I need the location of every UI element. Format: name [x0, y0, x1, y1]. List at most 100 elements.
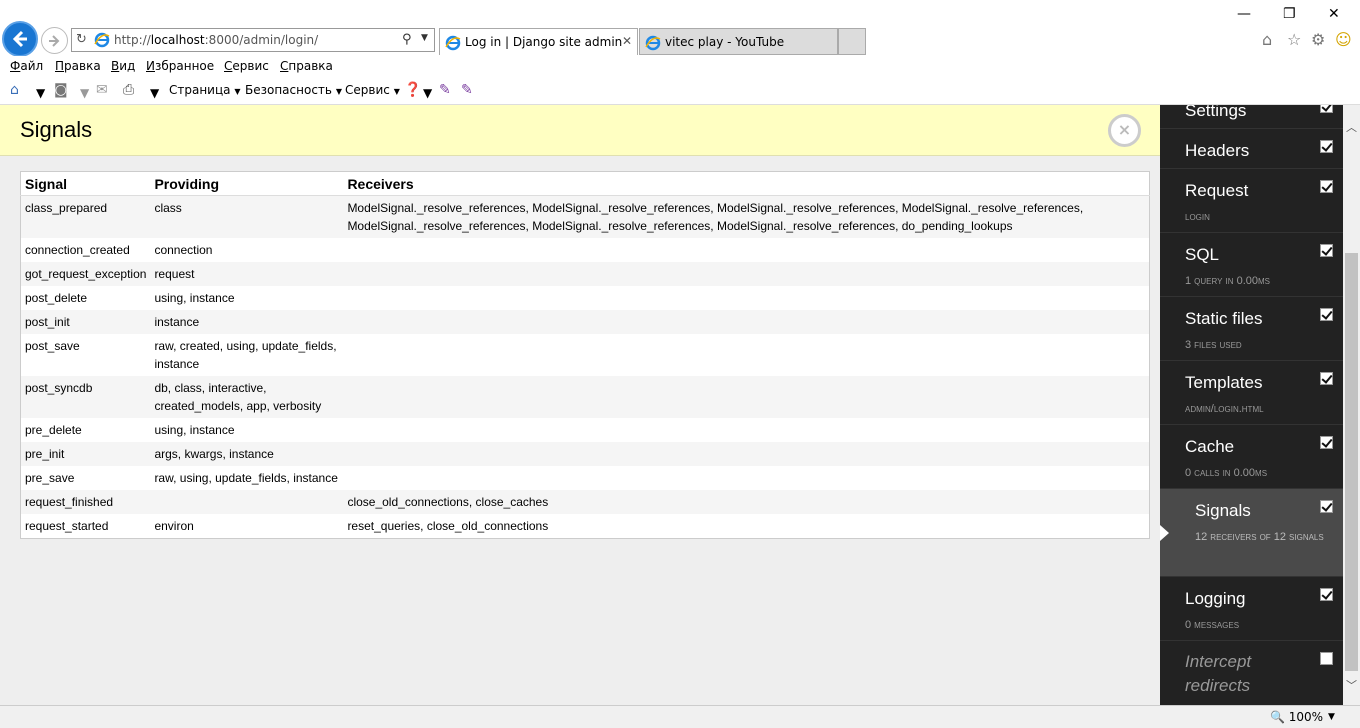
signal-cell: request_started — [20, 514, 151, 539]
zoom-dropdown-icon[interactable]: ▼ — [1328, 712, 1335, 722]
tab-youtube[interactable]: vitec play - YouTube — [639, 28, 838, 55]
toolbar-item-cache[interactable]: Cache 0 CALLS IN 0.00MS — [1160, 425, 1343, 489]
toolbar-checkbox[interactable] — [1320, 652, 1333, 665]
vertical-scrollbar[interactable]: ︿ ﹀ — [1343, 105, 1360, 705]
signals-table: Signal Providing Receivers class_prepare… — [20, 171, 1150, 539]
toolbar-item-request[interactable]: Request LOGIN — [1160, 169, 1343, 233]
scroll-down-icon[interactable]: ﹀ — [1346, 677, 1357, 693]
forward-button[interactable] — [41, 27, 68, 54]
signal-cell: pre_init — [20, 442, 151, 466]
toolbar-checkbox[interactable] — [1320, 588, 1333, 601]
menu-tools[interactable]: Сервис — [224, 59, 269, 73]
favorites-star-icon[interactable]: ☆ — [1287, 30, 1301, 49]
tools-menu-button[interactable]: Сервис ▼ — [345, 83, 400, 97]
toolbar-checkbox[interactable] — [1320, 105, 1333, 113]
scroll-up-icon[interactable]: ︿ — [1346, 119, 1357, 135]
toolbar-item-label: Settings — [1185, 105, 1247, 120]
table-row: request_finished close_old_connections, c… — [20, 490, 1150, 514]
menu-view[interactable]: Вид — [111, 59, 135, 73]
providing-cell: raw, using, update_fields, instance — [150, 466, 344, 490]
menu-file[interactable]: Файл — [10, 59, 43, 73]
print-icon[interactable]: ⎙ — [123, 82, 134, 98]
toolbar-checkbox[interactable] — [1320, 180, 1333, 193]
toolbar-item-templates[interactable]: Templates ADMIN/LOGIN.HTML — [1160, 361, 1343, 425]
table-row: post_syncdb db, class, interactive, creat… — [20, 376, 1150, 418]
table-row: post_init instance — [20, 310, 1150, 334]
address-dropdown-icon[interactable]: ▼ — [421, 33, 428, 43]
mail-icon[interactable]: ✉ — [96, 82, 108, 98]
url-host: localhost — [150, 33, 205, 47]
safety-menu-button[interactable]: Безопасность ▼ — [245, 83, 342, 97]
close-tab-icon[interactable]: ✕ — [622, 34, 632, 48]
menu-favorites[interactable]: Избранное — [146, 59, 214, 73]
toolbar-item-static-files[interactable]: Static files 3 FILES USED — [1160, 297, 1343, 361]
providing-cell: args, kwargs, instance — [150, 442, 344, 466]
table-row: class_prepared class ModelSignal._resolve_… — [20, 195, 1150, 238]
toolbar-item-settings[interactable]: Settings — [1160, 105, 1343, 129]
toolbar-item-subtitle: ADMIN/LOGIN.HTML — [1185, 403, 1264, 415]
toolbar-item-headers[interactable]: Headers — [1160, 129, 1343, 169]
browser-titlebar: ↻ http://localhost:8000/admin/login/ ⚲ ▼… — [0, 0, 1360, 57]
safety-menu-label: Безопасность — [245, 83, 332, 97]
debug-toolbar-sidebar: Settings Headers Request LOGIN SQL 1 QUE… — [1160, 105, 1343, 705]
help-dropdown-icon[interactable]: ▼ — [423, 86, 432, 100]
column-header-providing: Providing — [150, 171, 344, 196]
close-panel-button[interactable]: × — [1108, 114, 1141, 147]
providing-cell — [150, 490, 344, 514]
signal-cell: post_delete — [20, 286, 151, 310]
home-icon[interactable]: ⌂ — [10, 82, 19, 98]
restore-button[interactable]: ❐ — [1283, 6, 1296, 22]
home-dropdown-icon[interactable]: ▼ — [36, 86, 45, 100]
back-button[interactable] — [2, 21, 38, 57]
close-window-button[interactable]: ✕ — [1328, 6, 1340, 22]
toolbar-checkbox[interactable] — [1320, 372, 1333, 385]
toolbar-item-sql[interactable]: SQL 1 QUERY IN 0.00MS — [1160, 233, 1343, 297]
zoom-level[interactable]: 🔍 100% — [1270, 710, 1323, 724]
address-url[interactable]: http://localhost:8000/admin/login/ — [114, 33, 318, 47]
receivers-cell — [343, 442, 1150, 466]
onenote-icon[interactable]: ✎ — [439, 82, 451, 98]
page-menu-button[interactable]: Страница ▼ — [169, 83, 241, 97]
receivers-cell — [343, 334, 1150, 376]
menu-edit[interactable]: Правка — [55, 59, 101, 73]
receivers-cell: reset_queries, close_old_connections — [343, 514, 1150, 539]
menu-help[interactable]: Справка — [280, 59, 333, 73]
home-icon[interactable]: ⌂ — [1262, 30, 1272, 49]
receivers-cell — [343, 466, 1150, 490]
toolbar-item-label: Intercept redirects — [1185, 652, 1252, 695]
providing-cell: instance — [150, 310, 344, 334]
receivers-cell: close_old_connections, close_caches — [343, 490, 1150, 514]
receivers-cell — [343, 238, 1150, 262]
smiley-feedback-icon[interactable]: ☺ — [1335, 30, 1352, 49]
tab-django-admin[interactable]: Log in | Django site admin ✕ — [439, 28, 638, 55]
signal-cell: post_save — [20, 334, 151, 376]
signal-cell: class_prepared — [20, 195, 151, 238]
print-dropdown-icon[interactable]: ▼ — [150, 86, 159, 100]
onenote-linked-icon[interactable]: ✎ — [461, 82, 473, 98]
feed-dropdown-icon[interactable]: ▼ — [80, 86, 89, 100]
table-row: post_delete using, instance — [20, 286, 1150, 310]
new-tab-button[interactable] — [838, 28, 866, 55]
gear-icon[interactable]: ⚙ — [1311, 30, 1325, 49]
refresh-icon[interactable]: ↻ — [76, 32, 87, 47]
help-icon[interactable]: ❓ — [404, 82, 421, 98]
toolbar-checkbox[interactable] — [1320, 500, 1333, 513]
search-icon[interactable]: ⚲ — [402, 32, 412, 47]
providing-cell: request — [150, 262, 344, 286]
toolbar-item-intercept-redirects[interactable]: Intercept redirects — [1160, 641, 1343, 705]
toolbar-item-subtitle: 0 MESSAGES — [1185, 619, 1240, 631]
minimize-button[interactable]: — — [1237, 6, 1251, 22]
toolbar-checkbox[interactable] — [1320, 140, 1333, 153]
address-bar[interactable]: ↻ http://localhost:8000/admin/login/ ⚲ ▼ — [71, 28, 435, 52]
toolbar-checkbox[interactable] — [1320, 436, 1333, 449]
scrollbar-thumb[interactable] — [1345, 253, 1358, 671]
page-content: Signals × Signal Providing Receivers cla… — [0, 105, 1160, 705]
signal-cell: connection_created — [20, 238, 151, 262]
toolbar-checkbox[interactable] — [1320, 244, 1333, 257]
toolbar-checkbox[interactable] — [1320, 308, 1333, 321]
signal-cell: pre_save — [20, 466, 151, 490]
toolbar-item-signals[interactable]: Signals 12 RECEIVERS OF 12 SIGNALS — [1160, 489, 1343, 577]
rss-feed-icon[interactable]: ◙ — [54, 82, 68, 98]
toolbar-item-logging[interactable]: Logging 0 MESSAGES — [1160, 577, 1343, 641]
zoom-value: 100% — [1288, 710, 1324, 724]
